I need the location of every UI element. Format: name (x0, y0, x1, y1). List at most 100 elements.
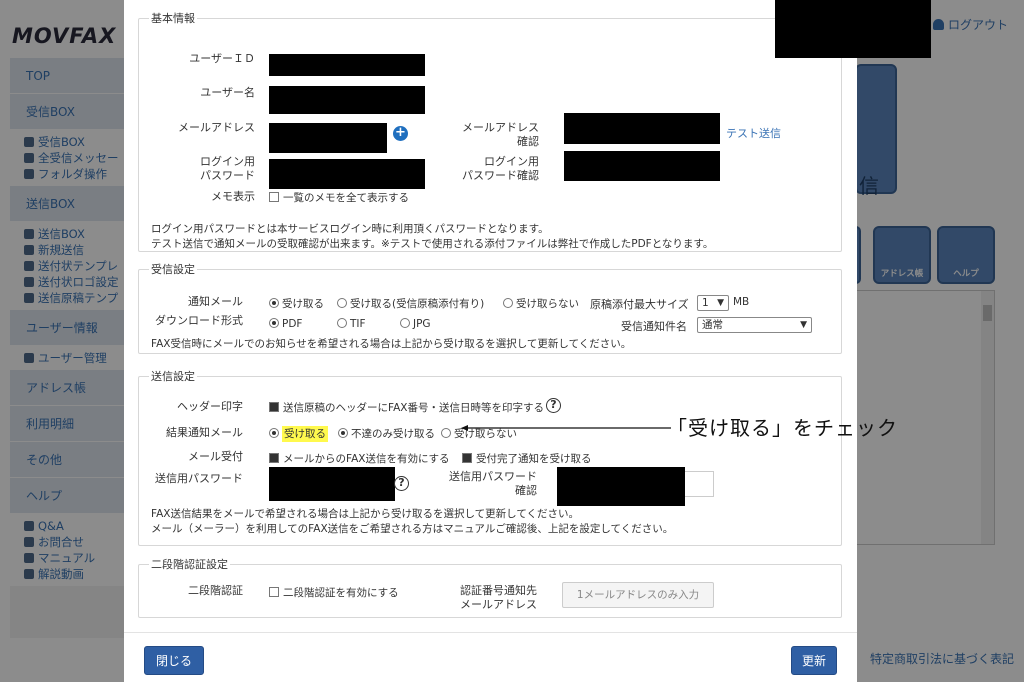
result-radio-failed-only[interactable] (338, 428, 348, 438)
annotation-text: 「受け取る」をチェック (667, 416, 898, 440)
login-password-label-line2: パスワード (200, 169, 255, 182)
notify-option-none[interactable]: 受け取らない (503, 296, 579, 311)
max-size-value: 1 (702, 297, 709, 309)
mail-receive-label: メール受付 (188, 450, 243, 463)
user-name-label: ユーザー名 (200, 86, 255, 99)
receive-legend: 受信設定 (151, 263, 195, 276)
test-send-link[interactable]: テスト送信 (726, 125, 781, 141)
result-option-label: 不達のみ受け取る (351, 428, 435, 440)
login-password-label-line1: ログイン用 (200, 155, 255, 168)
notify-subject-select[interactable]: 通常 ▼ (697, 317, 812, 333)
send-legend: 送信設定 (151, 370, 195, 383)
two-factor-dest-line1: 認証番号通知先 (460, 584, 537, 597)
email-field[interactable] (269, 123, 387, 153)
basic-info-section: 基本情報 ユーザーＩＤ ユーザー名 メールアドレス + メールアドレス 確認 テス… (138, 10, 842, 252)
result-radio-receive[interactable] (269, 428, 279, 438)
header-print-option-label: 送信原稿のヘッダーにFAX番号・送信日時等を印字する (283, 402, 544, 414)
max-size-unit: MB (733, 296, 750, 308)
receive-note: FAX受信時にメールでのお知らせを希望される場合は上記から受け取るを選択して更新… (151, 338, 632, 350)
chevron-down-icon: ▼ (800, 320, 807, 330)
completion-notice-checkbox[interactable] (462, 453, 472, 463)
mail-receive-row-2[interactable]: 受付完了通知を受け取る (462, 451, 592, 466)
help-circle-icon[interactable]: ? (394, 476, 409, 491)
download-option-jpg[interactable]: JPG (400, 318, 431, 330)
two-factor-dest-label: 認証番号通知先 メールアドレス (439, 584, 537, 612)
notify-option-label: 受け取る (282, 298, 324, 310)
mail-fax-enable-label: メールからのFAX送信を有効にする (283, 453, 450, 465)
basic-note-2: テスト送信で通知メールの受取確認が出来ます。※テストで使用される添付ファイルは弊… (151, 238, 714, 250)
notify-option-receive[interactable]: 受け取る (269, 296, 324, 311)
basic-info-legend: 基本情報 (151, 12, 195, 25)
close-button[interactable]: 閉じる (144, 646, 204, 675)
header-print-row[interactable]: 送信原稿のヘッダーにFAX番号・送信日時等を印字する (269, 400, 544, 415)
login-password-field[interactable] (269, 159, 425, 189)
memo-checkbox[interactable] (269, 192, 279, 202)
memo-option-label: 一覧のメモを全て表示する (283, 192, 409, 204)
notify-radio-receive[interactable] (269, 298, 279, 308)
add-email-icon[interactable]: + (393, 126, 408, 141)
two-factor-legend: 二段階認証設定 (151, 558, 228, 571)
two-factor-checkbox[interactable] (269, 587, 279, 597)
send-password-confirm-field (557, 467, 685, 506)
notify-radio-none[interactable] (503, 298, 513, 308)
download-option-label: JPG (413, 318, 431, 330)
send-settings-section: 送信設定 ヘッダー印字 送信原稿のヘッダーにFAX番号・送信日時等を印字する ?… (138, 368, 842, 546)
two-factor-section: 二段階認証設定 二段階認証 二段階認証を有効にする 認証番号通知先 メールアドレス… (138, 556, 842, 618)
two-factor-row[interactable]: 二段階認証を有効にする (269, 585, 399, 600)
modal-footer: 閉じる 更新 (124, 632, 857, 682)
email-confirm-field[interactable] (564, 113, 720, 144)
send-password-field[interactable] (269, 467, 395, 501)
mail-receive-row-1[interactable]: メールからのFAX送信を有効にする (269, 451, 450, 466)
max-size-select[interactable]: 1 ▼ (697, 295, 729, 311)
download-option-tif[interactable]: TIF (337, 318, 366, 330)
notify-option-label: 受け取らない (516, 298, 579, 310)
two-factor-email-button[interactable]: 1メールアドレスのみ入力 (562, 582, 714, 608)
annotation-arrow (461, 425, 671, 431)
result-option-failed-only[interactable]: 不達のみ受け取る (338, 426, 435, 441)
user-id-field[interactable] (269, 54, 425, 76)
notify-radio-attachment[interactable] (337, 298, 347, 308)
memo-label: メモ表示 (211, 190, 255, 203)
two-factor-label: 二段階認証 (188, 584, 243, 597)
memo-checkbox-row[interactable]: 一覧のメモを全て表示する (269, 190, 409, 205)
header-print-label: ヘッダー印字 (177, 400, 243, 413)
result-option-receive-label: 受け取る (282, 426, 328, 442)
result-radio-none[interactable] (441, 428, 451, 438)
send-note-1: FAX送信結果をメールで希望される場合は上記から受け取るを選択して更新してくださ… (151, 508, 580, 520)
login-password-confirm-line1: ログイン用 (484, 155, 539, 168)
login-password-label: ログイン用 パスワード (149, 155, 255, 183)
basic-note-1: ログイン用パスワードとは本サービスログイン時に利用頂くパスワードとなります。 (151, 223, 549, 235)
notify-subject-label: 受信通知件名 (621, 320, 687, 333)
login-password-confirm-line2: パスワード確認 (462, 169, 539, 182)
download-radio-jpg[interactable] (400, 318, 410, 328)
download-option-pdf[interactable]: PDF (269, 318, 302, 330)
max-size-label: 原稿添付最大サイズ (590, 298, 689, 311)
send-password-confirm-line1: 送信用パスワード (449, 470, 537, 483)
notify-option-with-attachment[interactable]: 受け取る(受信原稿添付有り) (337, 296, 484, 311)
receive-settings-section: 受信設定 通知メール 受け取る 受け取る(受信原稿添付有り) 受け取らない 原稿… (138, 261, 842, 354)
header-print-checkbox[interactable] (269, 402, 279, 412)
modal-body: 基本情報 ユーザーＩＤ ユーザー名 メールアドレス + メールアドレス 確認 テス… (124, 0, 857, 630)
notify-subject-value: 通常 (702, 319, 723, 331)
send-password-label: 送信用パスワード (155, 472, 243, 485)
send-note-2: メール（メーラー）を利用してのFAX送信をご希望される方はマニュアルご確認後、上… (151, 523, 674, 535)
login-password-confirm-label: ログイン用 パスワード確認 (439, 155, 539, 183)
download-radio-pdf[interactable] (269, 318, 279, 328)
two-factor-dest-line2: メールアドレス (460, 598, 537, 611)
login-password-confirm-field[interactable] (564, 151, 720, 181)
email-label: メールアドレス (178, 121, 255, 134)
send-password-confirm-line2: 確認 (515, 484, 537, 497)
download-radio-tif[interactable] (337, 318, 347, 328)
update-button[interactable]: 更新 (791, 646, 837, 675)
result-option-receive[interactable]: 受け取る (269, 426, 328, 442)
download-option-label: TIF (350, 318, 366, 330)
user-settings-modal: 基本情報 ユーザーＩＤ ユーザー名 メールアドレス + メールアドレス 確認 テス… (124, 0, 897, 682)
download-format-label: ダウンロード形式 (155, 314, 243, 327)
mail-fax-enable-checkbox[interactable] (269, 453, 279, 463)
notify-mail-label: 通知メール (188, 295, 243, 308)
help-circle-icon[interactable]: ? (546, 398, 561, 413)
user-name-field[interactable] (269, 86, 425, 114)
notify-option-label: 受け取る(受信原稿添付有り) (350, 298, 485, 310)
download-option-label: PDF (282, 318, 303, 330)
completion-notice-label: 受付完了通知を受け取る (476, 453, 592, 465)
